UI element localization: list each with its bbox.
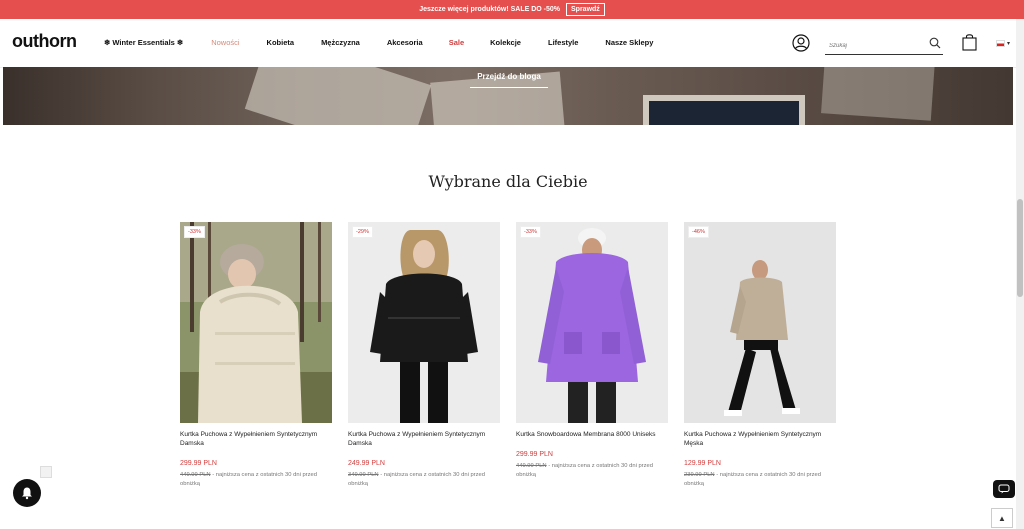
chevron-down-icon: ▾ [1007, 41, 1011, 47]
previous-price: 349.99 PLN [348, 472, 379, 478]
product-card[interactable]: -46% Kurtka Puchowa z Wypełnieniem Synte… [684, 222, 836, 487]
nav-akcesoria[interactable]: Akcesoria [387, 38, 423, 50]
nav-mezczyzna[interactable]: Mężczyzna [321, 38, 360, 50]
nav-kolekcje[interactable]: Kolekcje [490, 38, 521, 50]
product-price: 299.99 PLN [180, 460, 217, 467]
previous-price: 449.99 PLN [180, 472, 211, 478]
product-name[interactable]: Kurtka Puchowa z Wypełnieniem Syntetyczn… [348, 430, 500, 448]
discount-badge: -33% [184, 226, 205, 238]
product-price: 299.99 PLN [516, 451, 553, 458]
product-name[interactable]: Kurtka Puchowa z Wypełnieniem Syntetyczn… [180, 430, 332, 448]
product-name[interactable]: Kurtka Puchowa z Wypełnieniem Syntetyczn… [684, 430, 836, 448]
nav-nowosci[interactable]: Nowości [211, 38, 239, 50]
arrow-up-icon: ▲ [998, 513, 1006, 523]
product-card[interactable]: -33% Kurtka Snowboardowa Membrana 8000 U… [516, 222, 668, 478]
site-header: outhorn ❄ Winter Essentials ❄ Nowości Ko… [0, 19, 1016, 68]
product-image[interactable]: -33% [516, 222, 668, 423]
bell-icon [22, 487, 32, 500]
nav-sale[interactable]: Sale [449, 38, 464, 50]
blog-link[interactable]: Przejdź do bloga [470, 72, 548, 88]
nav-lifestyle[interactable]: Lifestyle [548, 38, 578, 50]
search-input[interactable] [825, 38, 919, 54]
main-nav: ❄ Winter Essentials ❄ Nowości Kobieta Mę… [104, 38, 653, 50]
previous-price: 449.99 PLN [516, 463, 547, 469]
previous-price-note: 449.99 PLN - najniższa cena z ostatnich … [516, 462, 668, 480]
discount-badge: -33% [520, 226, 541, 238]
logo[interactable]: outhorn [12, 31, 77, 52]
previous-price: 239.99 PLN [684, 472, 715, 478]
product-image[interactable]: -29% [348, 222, 500, 423]
scrollbar-thumb[interactable] [1017, 199, 1023, 297]
previous-price-note: 239.99 PLN - najniższa cena z ostatnich … [684, 471, 836, 489]
notification-button[interactable] [13, 479, 41, 507]
chat-icon [998, 484, 1010, 494]
banner-photo-frame [643, 95, 805, 125]
thumbnail-image[interactable] [40, 466, 52, 478]
product-name[interactable]: Kurtka Snowboardowa Membrana 8000 Unisek… [516, 430, 668, 439]
nav-winter-essentials[interactable]: ❄ Winter Essentials ❄ [104, 38, 183, 50]
banner-photo-paper [821, 67, 935, 121]
promo-bar: Jeszcze więcej produktów! SALE DO -50% S… [0, 0, 1024, 19]
promo-text: Jeszcze więcej produktów! SALE DO -50% [419, 6, 561, 13]
search-box [825, 34, 943, 55]
language-selector[interactable]: ▾ [996, 40, 1010, 47]
nav-nasze-sklepy[interactable]: Nasze Sklepy [605, 38, 653, 50]
section-title: Wybrane dla Ciebie [428, 172, 588, 191]
product-card[interactable]: -33% Kurtka Puchowa z Wypełnieniem Synte… [180, 222, 332, 487]
previous-price-note: 449.99 PLN - najniższa cena z ostatnich … [180, 471, 332, 489]
chat-button[interactable] [993, 480, 1015, 498]
banner-photo-paper [244, 67, 432, 125]
search-icon[interactable] [929, 37, 941, 49]
discount-badge: -29% [352, 226, 373, 238]
scrollbar[interactable] [1016, 19, 1024, 529]
product-image[interactable]: -46% [684, 222, 836, 423]
blog-banner: Przejdź do bloga [3, 67, 1013, 125]
flag-icon [996, 40, 1005, 47]
discount-badge: -46% [688, 226, 709, 238]
product-price: 129.99 PLN [684, 460, 721, 467]
product-card[interactable]: -29% Kurtka Puchowa z Wypełnieniem Synte… [348, 222, 500, 487]
bag-icon[interactable] [962, 33, 977, 51]
product-price: 249.99 PLN [348, 460, 385, 467]
product-image[interactable]: -33% [180, 222, 332, 423]
promo-cta-button[interactable]: Sprawdź [566, 3, 605, 16]
nav-kobieta[interactable]: Kobieta [267, 38, 295, 50]
scroll-to-top-button[interactable]: ▲ [991, 508, 1013, 528]
user-icon[interactable] [792, 34, 810, 52]
previous-price-note: 349.99 PLN - najniższa cena z ostatnich … [348, 471, 500, 489]
